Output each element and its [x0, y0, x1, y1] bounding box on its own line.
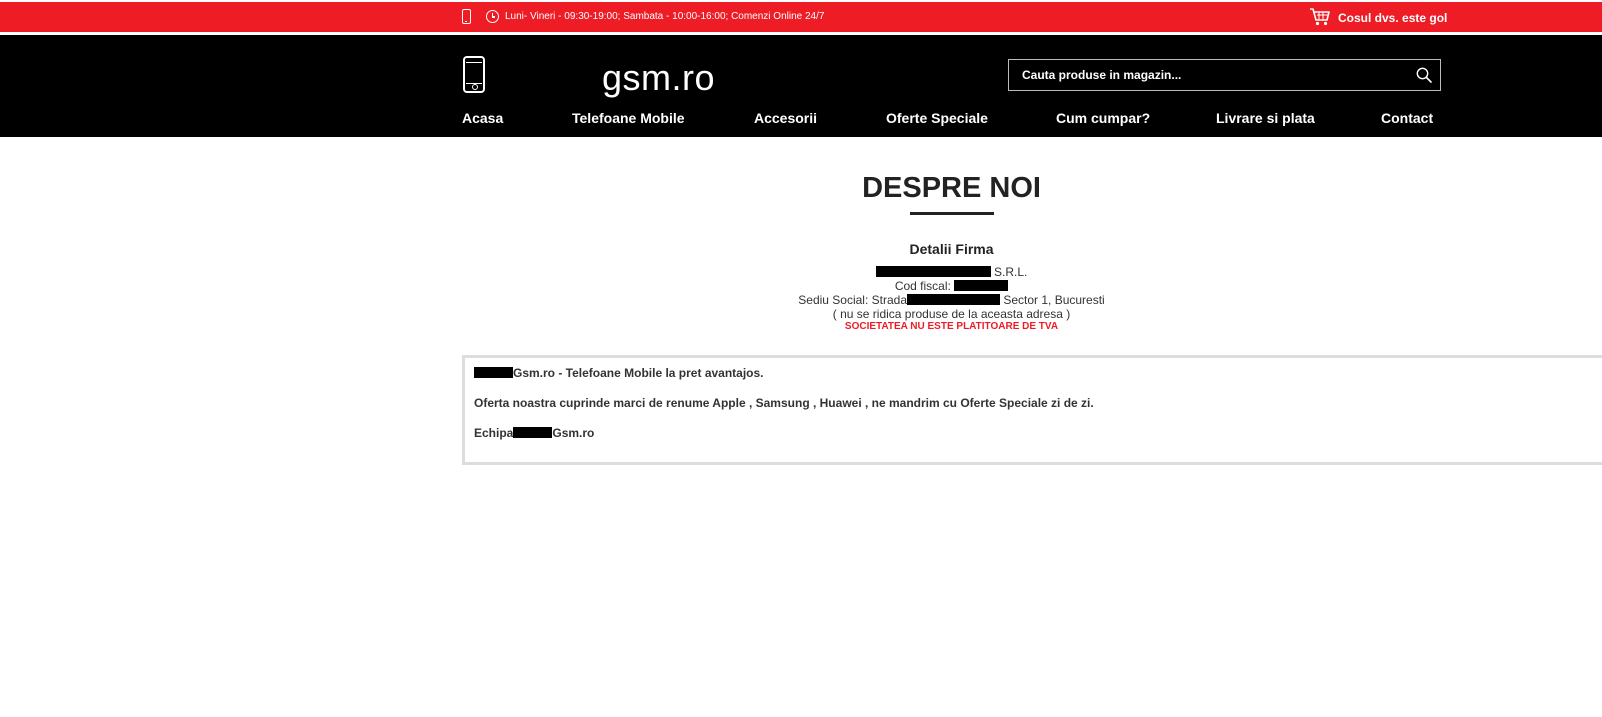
intro-text: Gsm.ro - Telefoane Mobile la pret avanta…: [513, 366, 764, 380]
redacted-brand-prefix: [474, 367, 513, 378]
nav-item-oferte-speciale[interactable]: Oferte Speciale: [886, 110, 988, 126]
redacted-street: [907, 294, 1000, 305]
redacted-fiscal-code: [954, 280, 1009, 291]
company-name-line: S.R.L.: [0, 265, 1602, 279]
page-title: DESPRE NOI: [862, 172, 1041, 204]
redacted-company-name: [875, 266, 991, 277]
fiscal-code-line: Cod fiscal:: [0, 279, 1602, 293]
team-suffix: Gsm.ro: [552, 426, 595, 440]
team-prefix: Echipa: [474, 426, 514, 440]
company-suffix: S.R.L.: [993, 265, 1028, 279]
nav-item-telefoane-mobile[interactable]: Telefoane Mobile: [572, 110, 685, 126]
top-info-bar-inner: Luni- Vineri - 09:30-19:00; Sambata - 10…: [462, 2, 1447, 32]
search-icon[interactable]: [1416, 67, 1432, 83]
main-nav: Acasa Telefoane Mobile Accesorii Oferte …: [462, 110, 1442, 130]
top-info-bar: Luni- Vineri - 09:30-19:00; Sambata - 10…: [0, 2, 1602, 32]
office-prefix: Sediu Social: Strada: [798, 293, 907, 307]
registered-office-line: Sediu Social: Strada Sector 1, Bucuresti: [0, 293, 1602, 307]
vat-status-note: SOCIETATEA NU ESTE PLATITOARE DE TVA: [844, 321, 1059, 332]
logo-phone-icon[interactable]: [463, 56, 485, 93]
title-underline: [910, 212, 994, 215]
about-content-box: Gsm.ro - Telefoane Mobile la pret avanta…: [462, 355, 1602, 465]
search-input[interactable]: [1009, 60, 1404, 90]
cart-icon[interactable]: [1309, 7, 1331, 27]
opening-hours: Luni- Vineri - 09:30-19:00; Sambata - 10…: [505, 11, 825, 22]
content-offer-line: Oferta noastra cuprinde marci de renume …: [474, 396, 1094, 410]
content-intro-line: Gsm.ro - Telefoane Mobile la pret avanta…: [474, 366, 764, 380]
nav-item-livrare-si-plata[interactable]: Livrare si plata: [1216, 110, 1315, 126]
redacted-team-brand: [513, 427, 553, 438]
site-logo[interactable]: gsm.ro: [602, 57, 715, 99]
nav-item-cum-cumpar[interactable]: Cum cumpar?: [1056, 110, 1150, 126]
content-team-line: Echipa Gsm.ro: [474, 426, 594, 440]
company-details-heading: Detalii Firma: [909, 241, 994, 257]
site-header: gsm.ro Acasa Telefoane Mobile Accesorii …: [0, 35, 1602, 137]
pickup-note: ( nu se ridica produse de la aceasta adr…: [832, 307, 1071, 321]
nav-item-contact[interactable]: Contact: [1381, 110, 1433, 126]
nav-item-acasa[interactable]: Acasa: [462, 110, 503, 126]
cart-status-link[interactable]: Cosul dvs. este gol: [1338, 11, 1447, 25]
nav-item-accesorii[interactable]: Accesorii: [754, 110, 817, 126]
fiscal-code-label: Cod fiscal:: [894, 279, 951, 293]
phone-icon: [462, 9, 471, 24]
search-box: [1008, 59, 1441, 91]
clock-icon: [486, 10, 499, 23]
office-suffix: Sector 1, Bucuresti: [1003, 293, 1105, 307]
